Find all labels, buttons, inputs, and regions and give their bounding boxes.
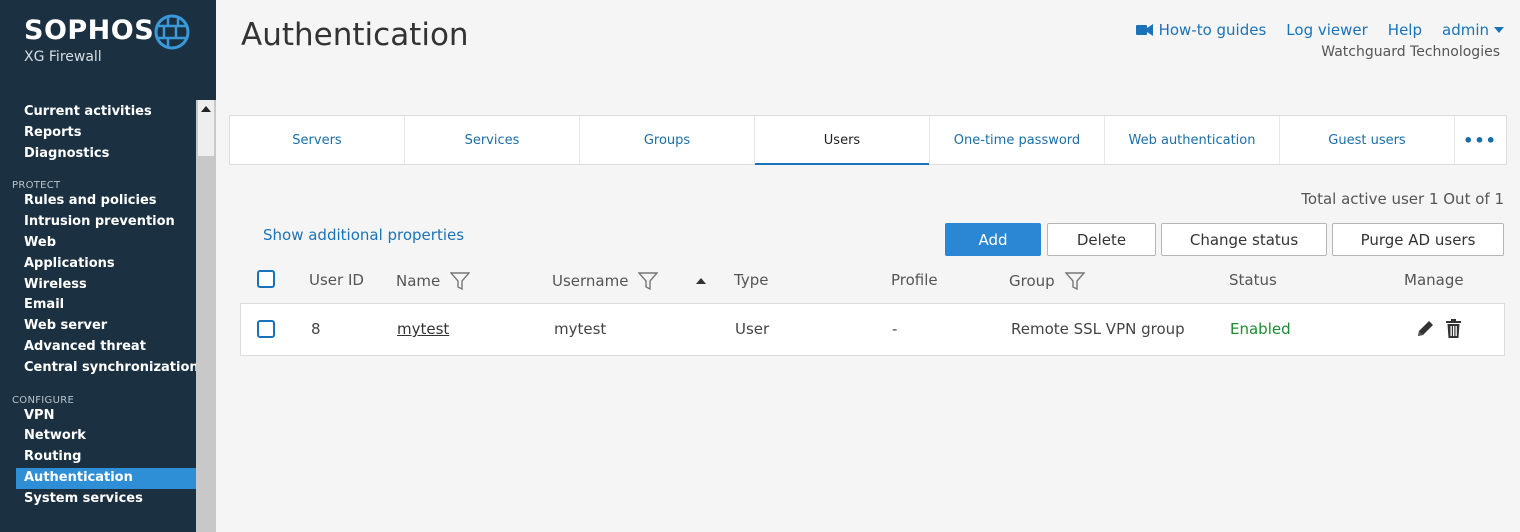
page-title: Authentication bbox=[241, 17, 469, 53]
column-header-username[interactable]: Username bbox=[552, 271, 659, 291]
sidebar-scroll-up-button[interactable] bbox=[198, 100, 214, 156]
howto-guides-label: How-to guides bbox=[1158, 21, 1267, 39]
sidebar-nav: Current activities Reports Diagnostics P… bbox=[0, 102, 199, 510]
cell-group: Remote SSL VPN group bbox=[1011, 320, 1185, 338]
cell-profile: - bbox=[892, 320, 898, 338]
type-header-label: Type bbox=[734, 271, 769, 289]
caret-down-icon bbox=[1494, 27, 1504, 33]
add-button[interactable]: Add bbox=[945, 223, 1041, 256]
status-header-label: Status bbox=[1229, 271, 1277, 289]
cell-username: mytest bbox=[554, 320, 607, 338]
nav-authentication[interactable]: Authentication bbox=[16, 467, 196, 489]
scroll-up-icon bbox=[201, 106, 211, 112]
column-header-name[interactable]: Name bbox=[396, 271, 471, 291]
globe-icon bbox=[154, 14, 190, 50]
nav-diagnostics[interactable]: Diagnostics bbox=[0, 144, 196, 165]
tab-groups[interactable]: Groups bbox=[580, 116, 755, 164]
nav-current-activities[interactable]: Current activities bbox=[0, 102, 196, 123]
nav-applications[interactable]: Applications bbox=[0, 254, 196, 275]
column-header-type[interactable]: Type bbox=[734, 271, 768, 289]
name-filter-icon[interactable] bbox=[450, 271, 471, 291]
edit-pencil-icon[interactable] bbox=[1416, 319, 1435, 338]
top-links: How-to guides Log viewer Help admin bbox=[1135, 21, 1504, 39]
tab-one-time-password[interactable]: One-time password bbox=[930, 116, 1105, 164]
tab-web-authentication[interactable]: Web authentication bbox=[1105, 116, 1280, 164]
total-active-users: Total active user 1 Out of 1 bbox=[1301, 190, 1504, 208]
username-filter-icon[interactable] bbox=[638, 271, 659, 291]
brand-name: SOPHOS bbox=[24, 15, 155, 46]
product-name: XG Firewall bbox=[24, 49, 102, 65]
column-header-profile[interactable]: Profile bbox=[891, 271, 938, 289]
tab-guest-users[interactable]: Guest users bbox=[1280, 116, 1455, 164]
nav-web[interactable]: Web bbox=[0, 233, 196, 254]
group-filter-icon[interactable] bbox=[1064, 271, 1085, 291]
howto-guides-link[interactable]: How-to guides bbox=[1135, 21, 1267, 39]
nav-section-configure: CONFIGURE bbox=[12, 394, 75, 406]
tab-services[interactable]: Services bbox=[405, 116, 580, 164]
nav-rules-and-policies[interactable]: Rules and policies bbox=[0, 191, 196, 212]
log-viewer-link[interactable]: Log viewer bbox=[1286, 21, 1368, 39]
username-header-label: Username bbox=[552, 272, 629, 290]
admin-label: admin bbox=[1442, 21, 1489, 39]
sort-ascending-icon[interactable] bbox=[696, 278, 706, 284]
nav-vpn[interactable]: VPN bbox=[0, 406, 196, 427]
admin-menu[interactable]: admin bbox=[1442, 21, 1504, 39]
profile-header-label: Profile bbox=[891, 271, 938, 289]
nav-reports[interactable]: Reports bbox=[0, 123, 196, 144]
help-link[interactable]: Help bbox=[1388, 21, 1422, 39]
nav-network[interactable]: Network bbox=[0, 426, 196, 447]
nav-system-services[interactable]: System services bbox=[0, 489, 196, 510]
cell-name-link[interactable]: mytest bbox=[397, 320, 449, 338]
sidebar-scrollbar[interactable] bbox=[196, 100, 216, 532]
tab-users[interactable]: Users bbox=[755, 116, 930, 165]
nav-intrusion-prevention[interactable]: Intrusion prevention bbox=[0, 212, 196, 233]
cell-status: Enabled bbox=[1230, 320, 1291, 338]
column-header-group[interactable]: Group bbox=[1009, 271, 1085, 291]
purge-ad-users-button[interactable]: Purge AD users bbox=[1332, 223, 1504, 256]
nav-web-server[interactable]: Web server bbox=[0, 316, 196, 337]
brand-logo: SOPHOS XG Firewall bbox=[24, 14, 190, 65]
tab-bar: Servers Services Groups Users One-time p… bbox=[229, 115, 1507, 165]
video-camera-icon bbox=[1135, 24, 1153, 36]
manage-header-label: Manage bbox=[1404, 271, 1464, 289]
delete-button[interactable]: Delete bbox=[1047, 223, 1156, 256]
delete-trash-icon[interactable] bbox=[1445, 319, 1462, 338]
change-status-button[interactable]: Change status bbox=[1161, 223, 1327, 256]
column-header-manage: Manage bbox=[1404, 271, 1464, 289]
nav-routing[interactable]: Routing bbox=[0, 447, 196, 468]
column-header-status[interactable]: Status bbox=[1229, 271, 1277, 289]
group-header-label: Group bbox=[1009, 272, 1055, 290]
select-all-checkbox[interactable] bbox=[257, 270, 275, 288]
nav-email[interactable]: Email bbox=[0, 295, 196, 316]
company-name: Watchguard Technologies bbox=[1321, 44, 1500, 60]
cell-type: User bbox=[735, 320, 770, 338]
tab-servers[interactable]: Servers bbox=[230, 116, 405, 164]
row-select-checkbox[interactable] bbox=[257, 320, 275, 338]
nav-advanced-threat[interactable]: Advanced threat bbox=[0, 337, 196, 358]
show-additional-properties-link[interactable]: Show additional properties bbox=[263, 226, 464, 244]
name-header-label: Name bbox=[396, 272, 441, 290]
nav-section-protect: PROTECT bbox=[12, 180, 61, 192]
more-tabs-button[interactable]: ••• bbox=[1455, 116, 1505, 164]
user-id-header-label: User ID bbox=[309, 271, 364, 289]
column-header-user-id[interactable]: User ID bbox=[309, 271, 364, 289]
nav-central-synchronization[interactable]: Central synchronization bbox=[0, 358, 199, 379]
nav-wireless[interactable]: Wireless bbox=[0, 275, 196, 296]
cell-user-id: 8 bbox=[311, 320, 321, 338]
sidebar: SOPHOS XG Firewall Current activities Re… bbox=[0, 0, 216, 532]
